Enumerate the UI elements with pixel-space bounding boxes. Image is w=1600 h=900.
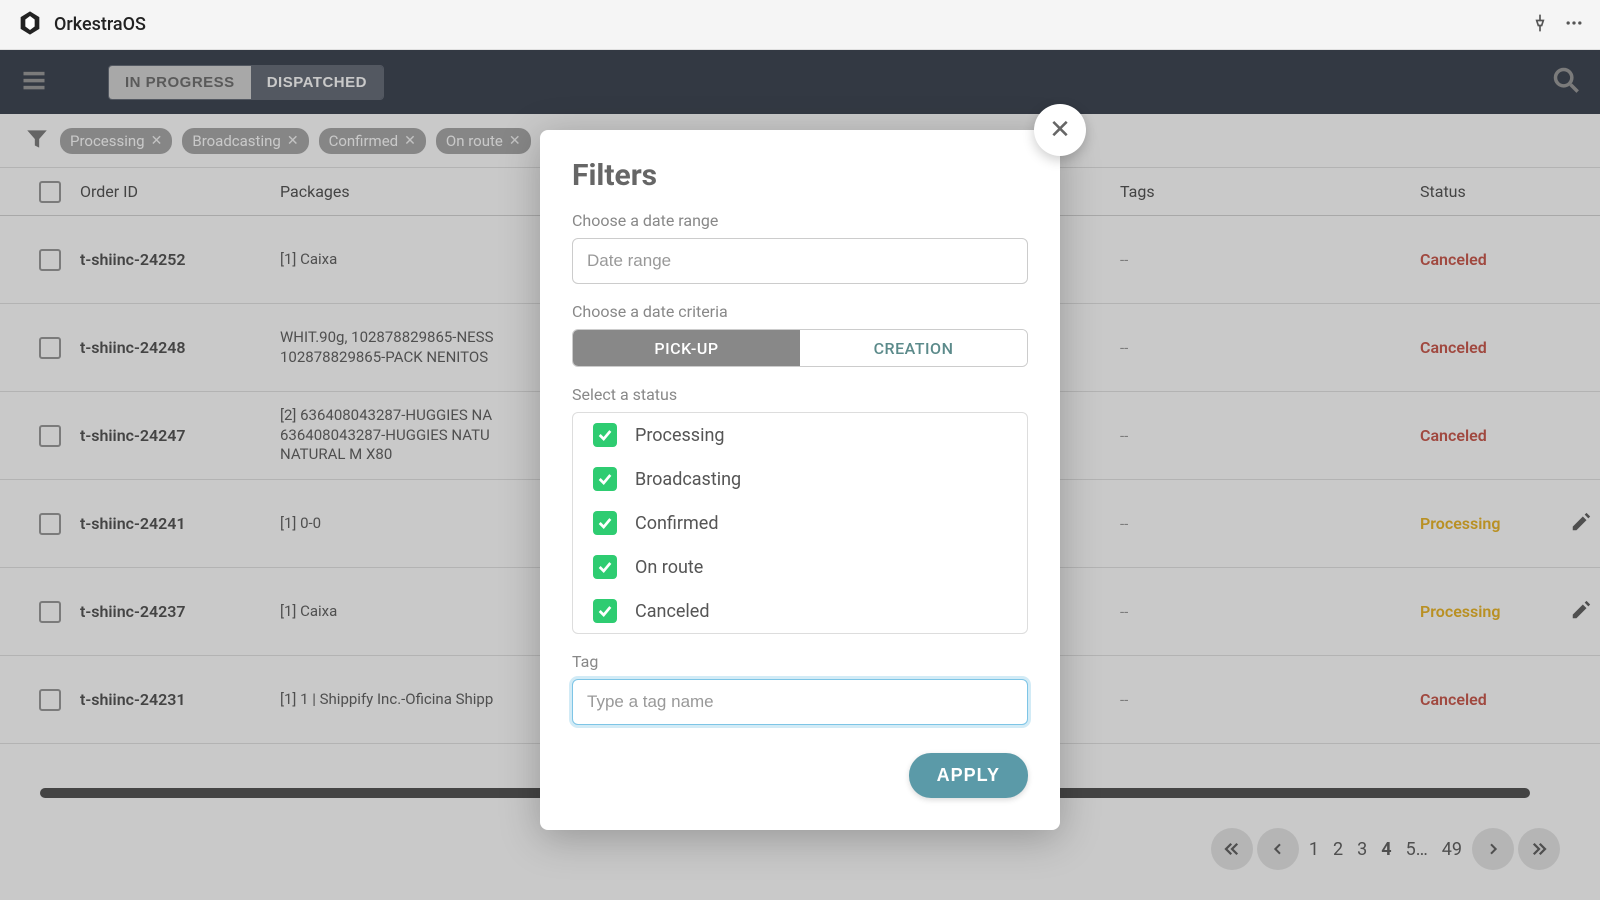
checkbox-checked-icon[interactable] <box>593 467 617 491</box>
checkbox-checked-icon[interactable] <box>593 599 617 623</box>
date-criteria-label: Choose a date criteria <box>572 302 1028 321</box>
logo-icon <box>16 9 44 41</box>
close-icon: ✕ <box>1049 115 1071 145</box>
modal-title: Filters <box>572 158 1028 193</box>
topbar-right <box>1530 13 1584 37</box>
criteria-creation[interactable]: CREATION <box>800 330 1027 366</box>
status-label: Confirmed <box>635 513 718 534</box>
status-label: On route <box>635 557 703 578</box>
date-criteria-segmented: PICK-UP CREATION <box>572 329 1028 367</box>
date-range-input[interactable] <box>572 238 1028 284</box>
tag-label: Tag <box>572 652 1028 671</box>
status-label: Processing <box>635 425 725 446</box>
status-label: Broadcasting <box>635 469 741 490</box>
date-range-label: Choose a date range <box>572 211 1028 230</box>
status-list: Processing Broadcasting Confirmed On route C… <box>572 412 1028 634</box>
modal-close-button[interactable]: ✕ <box>1034 104 1086 156</box>
checkbox-checked-icon[interactable] <box>593 555 617 579</box>
status-item[interactable]: Canceled <box>573 589 1027 633</box>
filters-modal: ✕ Filters Choose a date range Choose a d… <box>540 130 1060 830</box>
app-name: OrkestraOS <box>54 14 146 35</box>
topbar: OrkestraOS <box>0 0 1600 50</box>
tag-input[interactable] <box>572 679 1028 725</box>
status-item[interactable]: On route <box>573 545 1027 589</box>
status-item[interactable]: Confirmed <box>573 501 1027 545</box>
checkbox-checked-icon[interactable] <box>593 423 617 447</box>
topbar-left: OrkestraOS <box>16 9 146 41</box>
checkbox-checked-icon[interactable] <box>593 511 617 535</box>
more-icon[interactable] <box>1564 13 1584 37</box>
status-select-label: Select a status <box>572 385 1028 404</box>
status-item[interactable]: Broadcasting <box>573 457 1027 501</box>
status-item[interactable]: Processing <box>573 413 1027 457</box>
apply-button[interactable]: APPLY <box>909 753 1028 798</box>
status-label: Canceled <box>635 601 710 622</box>
criteria-pickup[interactable]: PICK-UP <box>573 330 800 366</box>
pin-icon[interactable] <box>1530 13 1550 37</box>
